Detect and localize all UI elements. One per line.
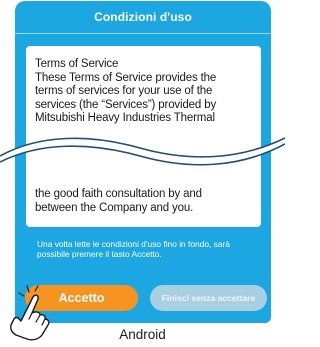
terms-line: Terms of Service [35, 58, 119, 70]
screenshot-root: Condizioni d'uso Terms of Service These … [0, 0, 285, 347]
terms-line: Mitsubishi Heavy Industries Thermal [35, 112, 215, 125]
title-divider [15, 33, 271, 34]
platform-caption: Android [119, 327, 166, 342]
text-omission-wave [0, 137, 285, 166]
finish-without-accepting-button[interactable]: Finisci senza accettare [150, 285, 267, 311]
terms-text-top: Terms of Service These Terms of Service … [35, 58, 257, 126]
dialog-title: Condizioni d'uso [94, 10, 192, 24]
terms-line: the good faith consultation by and [35, 188, 202, 200]
terms-line: terms of services for your use of the [35, 85, 213, 98]
terms-line: services (the “Services”) provided by [35, 98, 217, 111]
instruction-note: Una volta lette le condizioni d'uso fino… [37, 239, 230, 260]
terms-text-bottom: the good faith consultation by and betwe… [35, 188, 257, 215]
terms-line: These Terms of Service provides the [35, 71, 217, 84]
terms-line: between the Company and you. [35, 201, 194, 214]
